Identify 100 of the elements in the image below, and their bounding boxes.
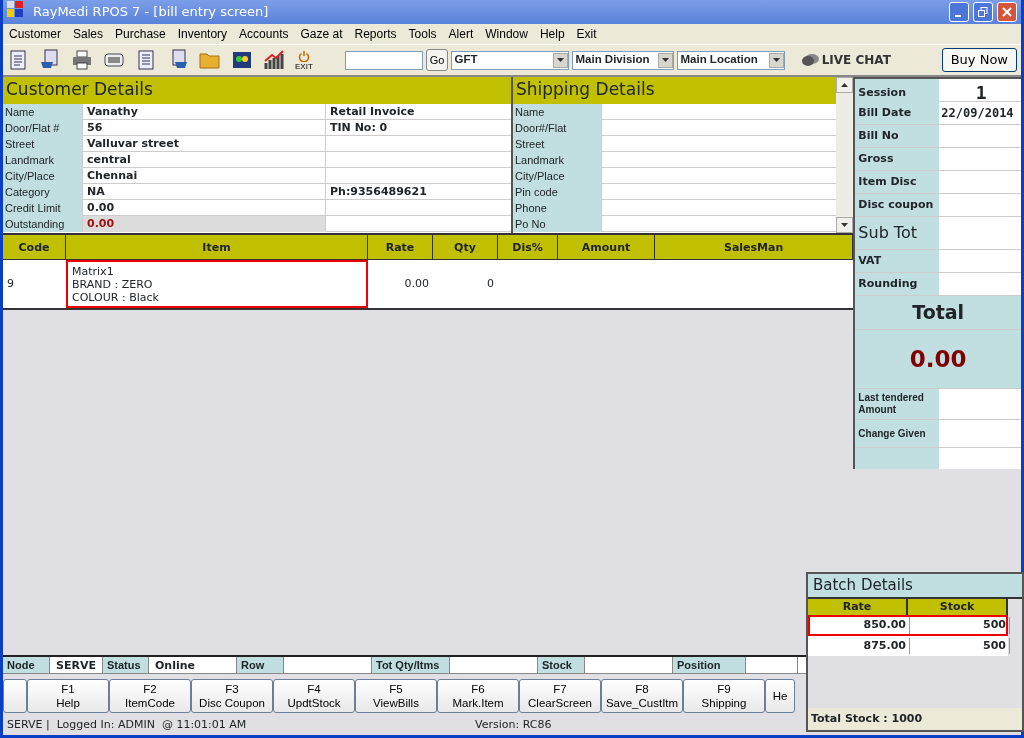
function-key-button[interactable]: F6 Mark.Item <box>437 679 519 713</box>
field-label: Street <box>513 136 601 152</box>
function-key-button[interactable]: F4 UpdtStock <box>273 679 355 713</box>
column-header: Item <box>66 235 368 260</box>
field-label: Door#/Flat <box>513 120 601 136</box>
scroll-down-icon[interactable] <box>841 223 849 227</box>
status-label: Tot Qty/Itms <box>372 657 450 673</box>
field-value: 56 <box>82 120 325 136</box>
blank-button[interactable] <box>3 679 27 713</box>
menu-item[interactable]: Inventory <box>171 25 234 43</box>
receipt-icon[interactable] <box>7 49 29 71</box>
menu-item[interactable]: Exit <box>570 25 603 43</box>
scroll-up-icon[interactable] <box>841 83 849 87</box>
field-label: City/Place <box>513 168 601 184</box>
dropdown-arrow-icon <box>773 58 781 62</box>
search-field[interactable] <box>344 50 423 70</box>
menu-item[interactable]: Help <box>533 25 571 43</box>
field-label: Phone <box>513 200 601 216</box>
field-value: Retail Invoice <box>325 104 511 120</box>
status-label: Stock <box>538 657 585 673</box>
exit-button[interactable]: EXIT <box>295 49 313 71</box>
batch-row[interactable]: 850.00 500 <box>808 615 1008 636</box>
status-text: SERVE | Logged In: ADMIN @ 11:01:01 AM <box>7 716 248 733</box>
function-key-button[interactable]: F9 Shipping <box>683 679 765 713</box>
field-label: Landmark <box>513 152 601 168</box>
function-key-button[interactable]: F1 Help <box>27 679 109 713</box>
table-cell: 875.00 <box>810 637 910 654</box>
dropdown-arrow-icon <box>662 58 670 62</box>
field-value: NA <box>82 184 325 200</box>
close-button[interactable] <box>997 2 1017 22</box>
summary-label: Disc coupon <box>855 194 940 216</box>
bar-chart-icon[interactable] <box>263 49 285 71</box>
status-label: Position <box>673 657 746 673</box>
dropdown[interactable]: Main Location <box>677 50 786 70</box>
window-title: RayMedi RPOS 7 - [bill entry screen] <box>33 3 270 22</box>
field-value: Vanathy <box>82 104 325 120</box>
function-key-button[interactable]: F7 ClearScreen <box>519 679 601 713</box>
item-line: COLOUR : Black <box>72 290 159 304</box>
menu-item[interactable]: Customer <box>3 25 67 43</box>
function-key-button[interactable]: F2 ItemCode <box>109 679 191 713</box>
total-amount: 0.00 <box>855 329 1021 388</box>
version-text: Version: RC86 <box>475 716 552 733</box>
live-chat-link[interactable]: LIVE CHAT <box>821 51 891 69</box>
field-label: Category <box>3 184 82 200</box>
table-cell: 850.00 <box>810 617 910 634</box>
cart-document-icon[interactable] <box>39 49 61 71</box>
total-label: Total <box>855 296 1021 330</box>
menu-item[interactable]: Sales <box>67 25 110 43</box>
menu-item[interactable]: Accounts <box>233 25 295 43</box>
printer-icon[interactable] <box>71 49 93 71</box>
status-label: Row <box>237 657 284 673</box>
item-line: Matrix1 <box>72 264 114 278</box>
field-value: 0.00 <box>82 216 325 232</box>
table-cell-text: 0 <box>486 275 495 292</box>
restore-icon <box>978 7 988 17</box>
field-value: central <box>82 152 325 168</box>
summary-label: VAT <box>855 250 940 272</box>
buy-now-button[interactable]: Buy Now <box>941 48 1017 72</box>
field-label: Landmark <box>3 152 82 168</box>
menu-item[interactable]: Reports <box>348 25 403 43</box>
menu-item[interactable]: Gaze at <box>294 25 349 43</box>
item-cell[interactable]: Matrix1 BRAND : ZERO COLOUR : Black <box>66 260 368 308</box>
field-label: Po No <box>513 216 601 232</box>
summary-label: Bill No <box>855 125 940 147</box>
function-key-button[interactable]: F5 ViewBills <box>355 679 437 713</box>
panel-title: Shipping Details <box>513 77 837 104</box>
total-stock-text: Total Stock : 1000 <box>808 707 1022 730</box>
function-key-button[interactable]: He <box>765 679 795 713</box>
window-title: Batch Details <box>808 574 1022 599</box>
table-cell-text: 9 <box>6 275 15 292</box>
field-label: City/Place <box>3 168 82 184</box>
dropdown[interactable]: Main Division <box>572 50 675 70</box>
summary-label: Rounding <box>855 273 940 295</box>
summary-label: Gross <box>855 148 940 170</box>
field-label: Pin code <box>513 184 601 200</box>
field-label: Name <box>513 104 601 120</box>
summary-label: Item Disc <box>855 171 940 193</box>
dropdown[interactable]: GFT <box>451 50 570 70</box>
people-icon[interactable] <box>231 49 253 71</box>
summary-value: 22/09/2014 <box>940 105 1015 122</box>
function-key-button[interactable]: F8 Save_CustItm <box>601 679 683 713</box>
table-cell: 500 <box>910 637 1010 654</box>
power-icon <box>297 49 310 62</box>
document-icon[interactable] <box>135 49 157 71</box>
chat-bubbles-icon <box>800 53 819 67</box>
function-key-button[interactable]: F3 Disc Coupon <box>191 679 273 713</box>
minimize-button[interactable] <box>949 2 969 22</box>
close-icon <box>1002 7 1012 17</box>
menu-item[interactable]: Alert <box>442 25 480 43</box>
field-label: Door/Flat # <box>3 120 82 136</box>
table-cell-text: 0.00 <box>403 275 430 292</box>
menu-item[interactable]: Tools <box>402 25 443 43</box>
panel-title: Customer Details <box>3 77 511 104</box>
summary-label: Last tendered Amount <box>855 389 940 419</box>
menu-item[interactable]: Purchase <box>109 25 172 43</box>
menu-item[interactable]: Window <box>479 25 534 43</box>
batch-row[interactable]: 875.00 500 <box>808 635 1008 656</box>
restore-button[interactable] <box>973 2 993 22</box>
go-button[interactable]: Go <box>425 49 449 71</box>
item-line: BRAND : ZERO <box>72 277 153 291</box>
